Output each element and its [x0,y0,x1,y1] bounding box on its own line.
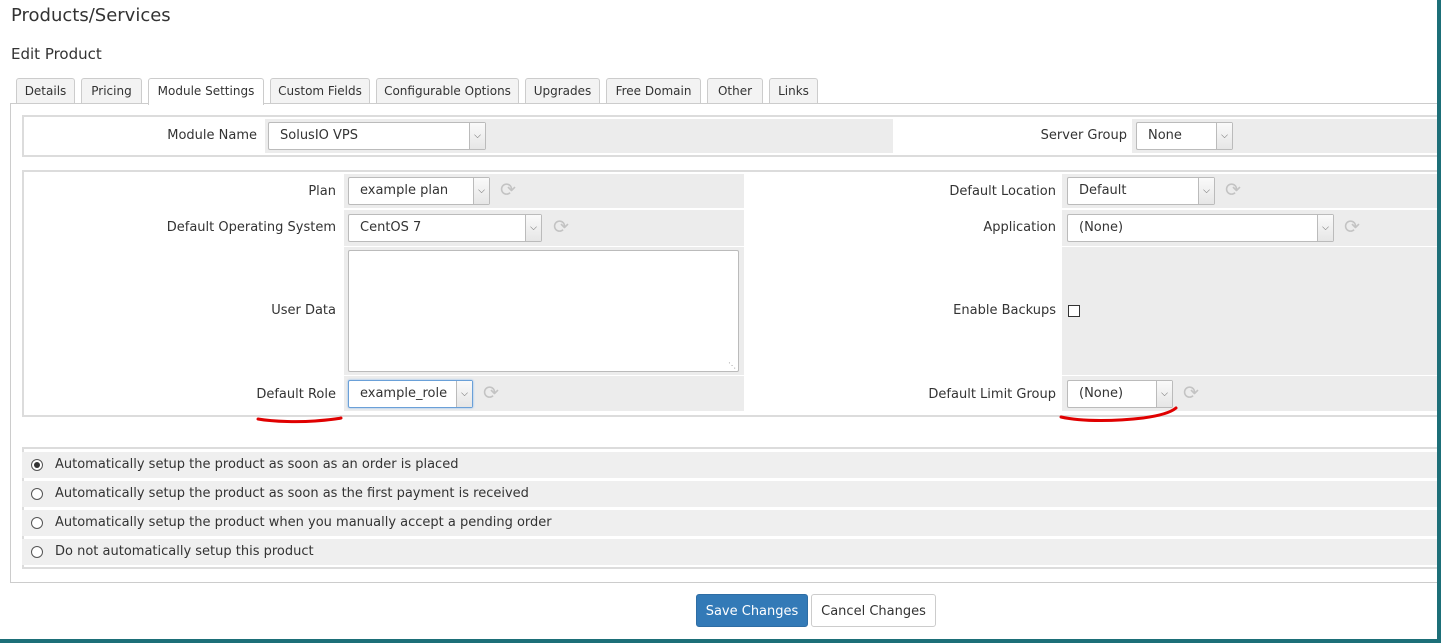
setup-option-radio[interactable] [31,546,43,558]
setup-option-label: Automatically setup the product when you… [55,515,552,530]
location-value: Default [1079,183,1127,198]
refresh-icon[interactable]: ⟳ [481,383,501,403]
chevron-down-icon: ⌵ [473,178,489,204]
application-select[interactable]: (None) ⌵ [1067,214,1334,242]
refresh-icon[interactable]: ⟳ [551,217,571,237]
page-subtitle: Edit Product [11,45,102,63]
tab-details[interactable]: Details [16,78,75,104]
os-label: Default Operating System [166,220,336,235]
chevron-down-icon: ⌵ [1198,178,1214,204]
application-value: (None) [1079,220,1124,235]
tab-links[interactable]: Links [769,78,818,104]
location-select[interactable]: Default ⌵ [1067,177,1215,205]
cancel-changes-button[interactable]: Cancel Changes [811,594,936,627]
plan-label: Plan [308,184,336,199]
server-group-select[interactable]: None ⌵ [1136,122,1233,150]
refresh-icon[interactable]: ⟳ [1223,180,1243,200]
setup-option-row[interactable]: Automatically setup the product when you… [22,510,1441,536]
chevron-down-icon: ⌵ [525,215,541,241]
resize-grip-icon[interactable]: ⋱ [728,361,736,370]
limit-group-label: Default Limit Group [928,387,1056,402]
tab-module-settings[interactable]: Module Settings [148,78,264,105]
tab-custom-fields[interactable]: Custom Fields [270,78,370,104]
module-name-label: Module Name [167,128,257,143]
module-name-select[interactable]: SolusIO VPS ⌵ [268,122,486,150]
refresh-icon[interactable]: ⟳ [1181,383,1201,403]
annotation-underline-limit-group [1059,406,1178,422]
plan-value: example plan [360,183,449,198]
os-value: CentOS 7 [360,220,422,235]
tab-other[interactable]: Other [707,78,763,104]
chevron-down-icon: ⌵ [469,123,485,149]
page-title: Products/Services [11,5,171,26]
module-name-value: SolusIO VPS [280,128,359,143]
os-select[interactable]: CentOS 7 ⌵ [348,214,542,242]
tab-configurable-options[interactable]: Configurable Options [376,78,519,104]
setup-option-radio[interactable] [31,459,43,471]
refresh-icon[interactable]: ⟳ [498,180,518,200]
chevron-down-icon: ⌵ [1317,215,1333,241]
application-label: Application [983,220,1056,235]
user-data-textarea[interactable]: ⋱ [348,250,739,372]
user-data-label: User Data [271,303,336,318]
setup-option-label: Do not automatically setup this product [55,544,314,559]
window-edge-bottom [0,639,1441,643]
setup-option-radio[interactable] [31,517,43,529]
backups-label: Enable Backups [953,303,1056,318]
role-select[interactable]: example_role ⌵ [348,380,473,408]
setup-option-radio[interactable] [31,488,43,500]
chevron-down-icon: ⌵ [456,381,472,407]
enable-backups-checkbox[interactable] [1068,305,1080,317]
setup-option-label: Automatically setup the product as soon … [55,457,459,472]
window-edge-right [1437,0,1441,643]
setup-option-row[interactable]: Do not automatically setup this product [22,539,1441,565]
refresh-icon[interactable]: ⟳ [1342,217,1362,237]
plan-select[interactable]: example plan ⌵ [348,177,490,205]
tab-pricing[interactable]: Pricing [81,78,142,104]
location-label: Default Location [949,184,1056,199]
annotation-underline-role [256,416,343,424]
chevron-down-icon: ⌵ [1216,123,1232,149]
backups-field-bg [1062,247,1441,375]
server-group-label: Server Group [1040,128,1127,143]
setup-option-label: Automatically setup the product as soon … [55,486,529,501]
setup-option-row[interactable]: Automatically setup the product as soon … [22,481,1441,507]
tab-upgrades[interactable]: Upgrades [525,78,600,104]
tab-free-domain[interactable]: Free Domain [606,78,701,104]
save-changes-button[interactable]: Save Changes [696,594,808,627]
setup-option-row[interactable]: Automatically setup the product as soon … [22,452,1441,478]
role-label: Default Role [256,387,336,402]
